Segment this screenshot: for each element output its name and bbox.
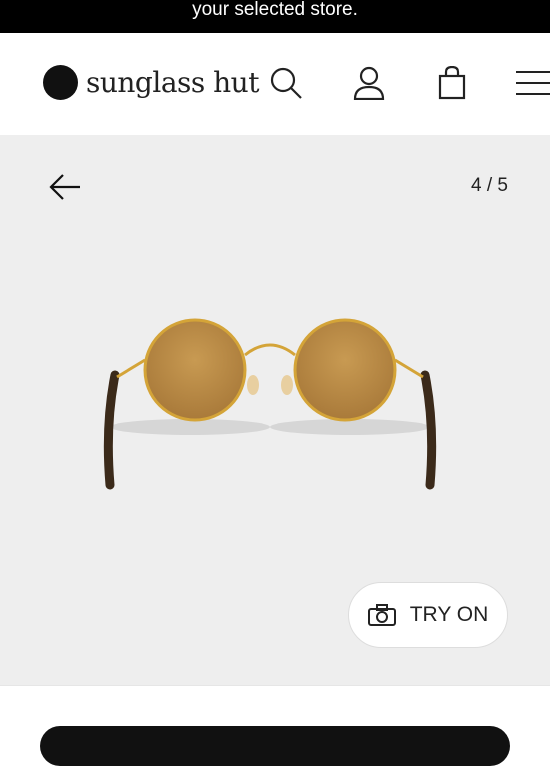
search-icon[interactable] (268, 65, 304, 101)
store-banner: your selected store. (0, 0, 550, 33)
primary-action-button[interactable] (40, 726, 510, 766)
image-counter: 4 / 5 (471, 175, 508, 196)
camera-icon (367, 604, 396, 626)
product-gallery[interactable]: 4 / 5 TRY ON (0, 135, 550, 685)
section-divider (0, 685, 550, 699)
product-image (103, 318, 437, 490)
logo[interactable]: sunglass hut (43, 65, 259, 100)
logo-dot (43, 65, 78, 100)
menu-icon[interactable] (514, 65, 550, 101)
shopping-bag-icon[interactable] (434, 65, 470, 101)
user-icon[interactable] (351, 65, 387, 101)
arrow-left-icon[interactable] (48, 173, 82, 201)
try-on-label: TRY ON (409, 603, 489, 626)
site-header: sunglass hut (0, 33, 550, 135)
logo-text: sunglass hut (86, 66, 259, 99)
try-on-button[interactable]: TRY ON (348, 582, 508, 648)
banner-text: your selected store. (192, 0, 358, 20)
